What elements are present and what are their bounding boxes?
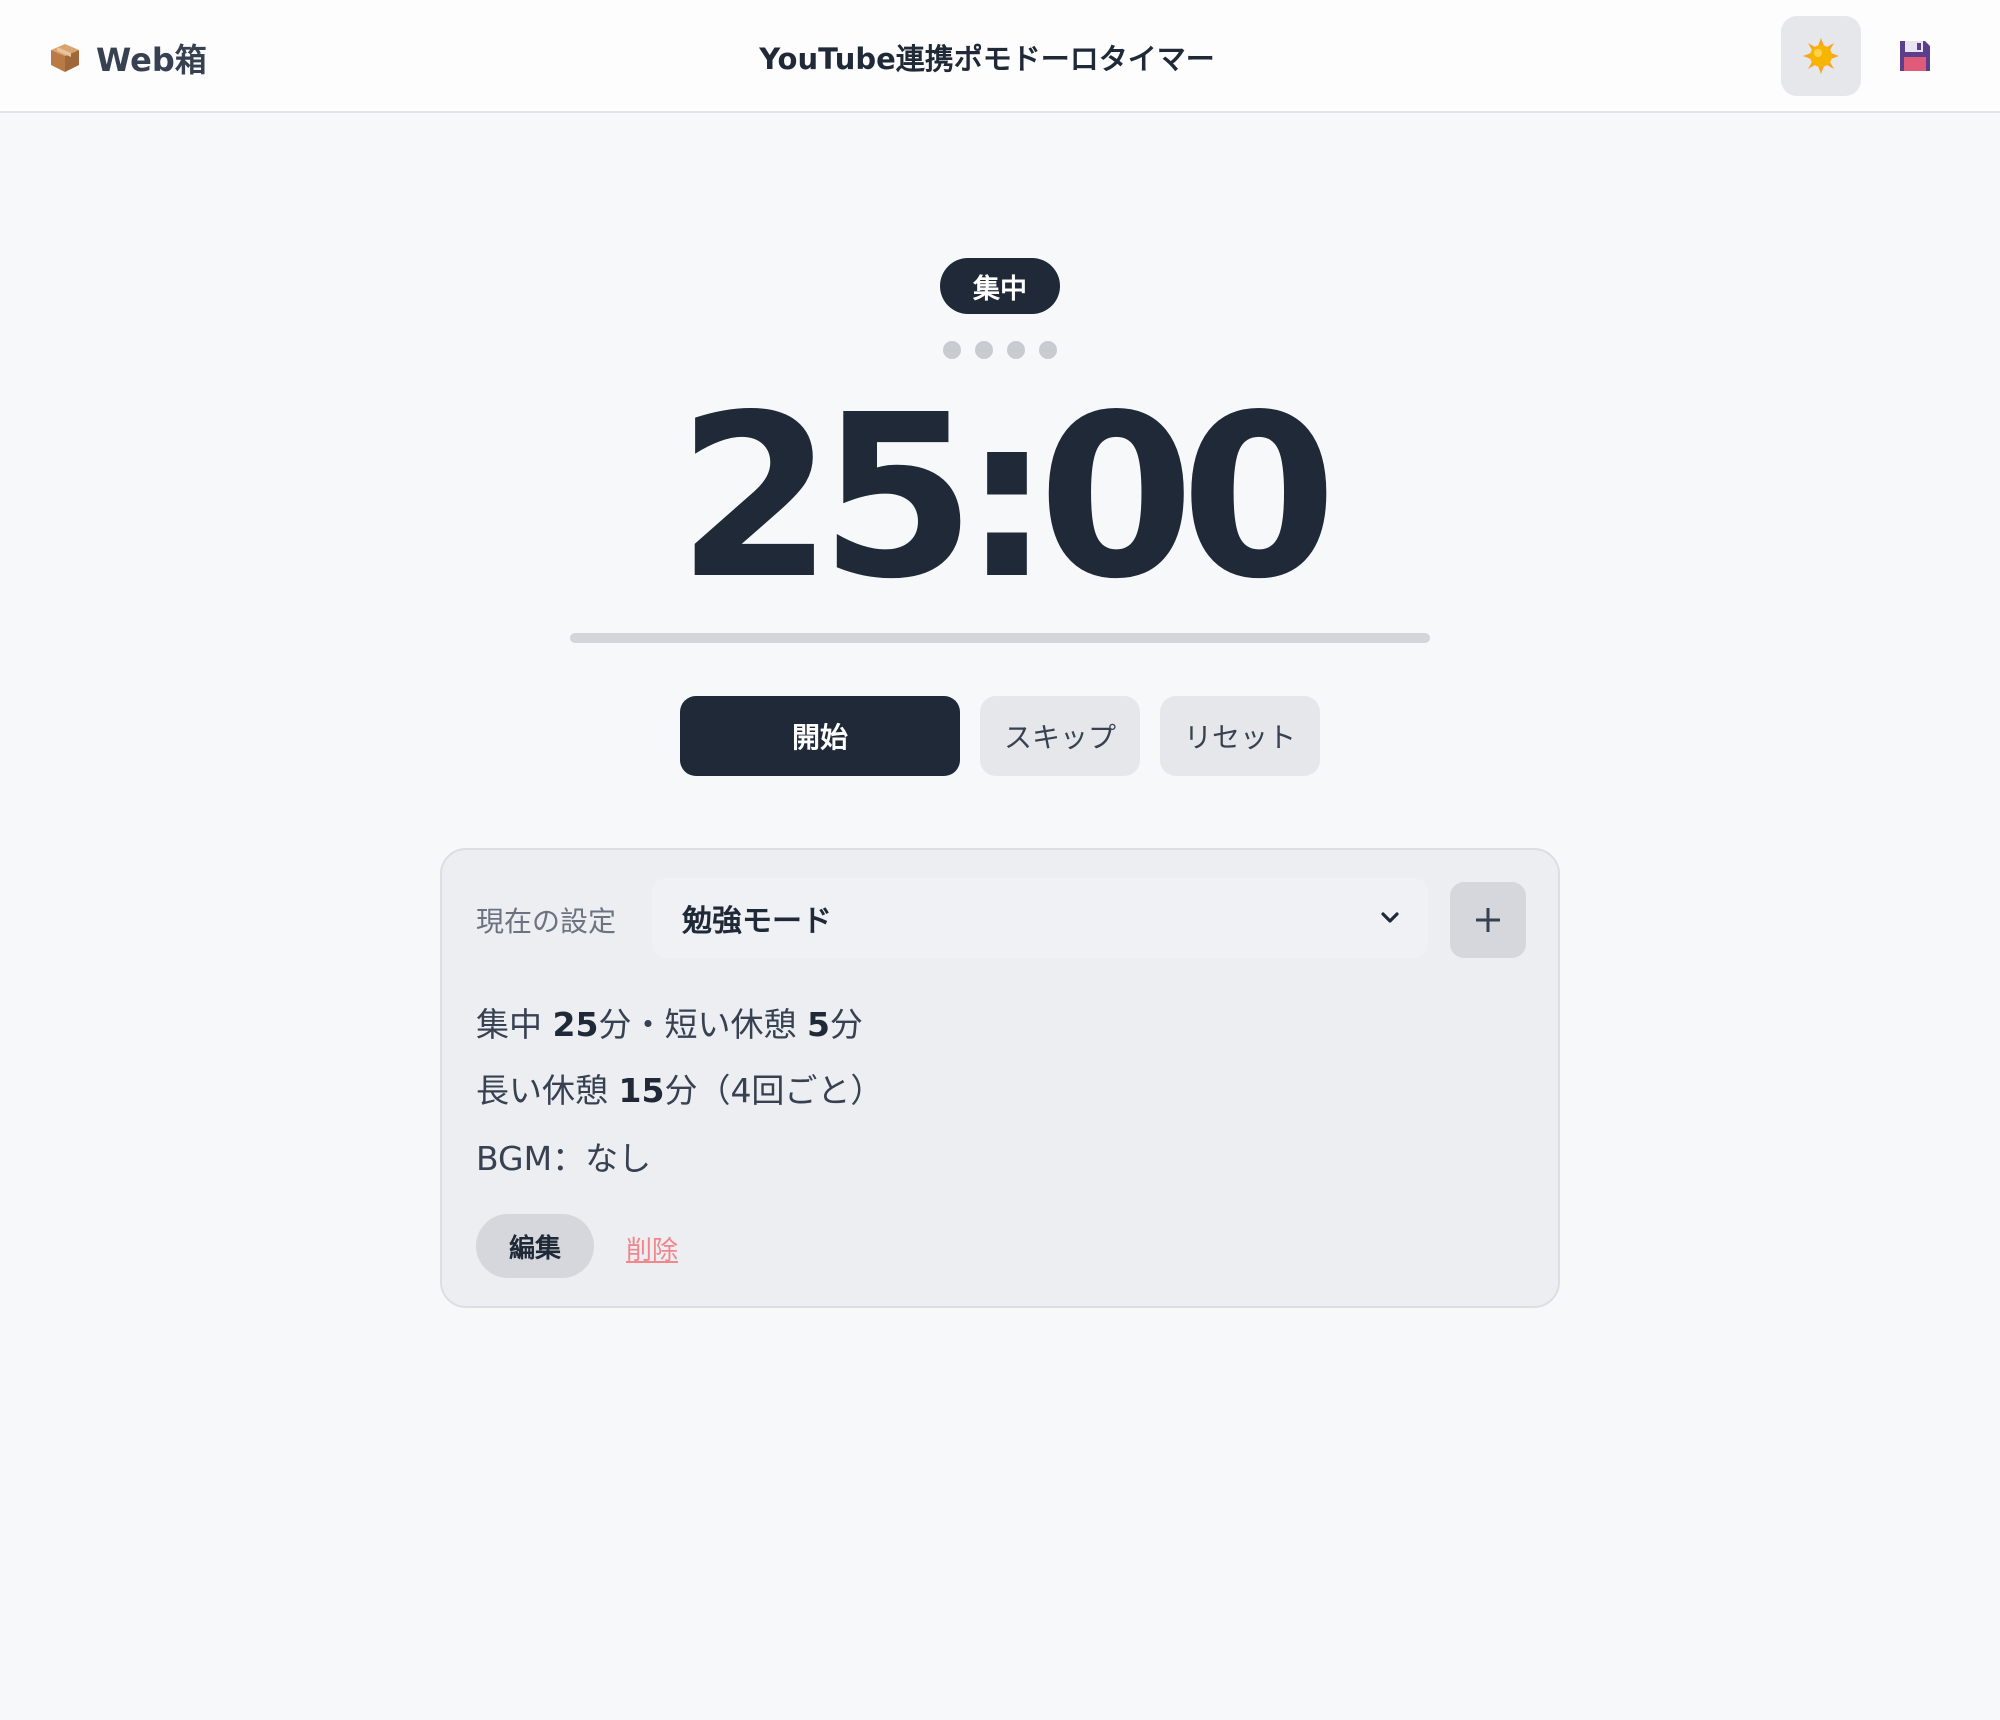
edit-button[interactable]: 編集 <box>476 1214 594 1278</box>
cycle-dot <box>975 341 993 359</box>
long-break-summary: 長い休憩 15分（4回ごと） <box>476 1071 884 1110</box>
delete-link[interactable]: 削除 <box>626 1230 678 1267</box>
mode-badge: 集中 <box>940 258 1060 314</box>
focus-break-summary: 集中 25分・短い休憩 5分 <box>476 1005 863 1044</box>
cycle-dot <box>943 341 961 359</box>
preset-select-value: 勉強モード <box>682 904 832 939</box>
preset-select[interactable]: 勉強モード <box>652 878 1428 958</box>
progress-bar <box>570 633 1430 643</box>
skip-button[interactable]: スキップ <box>980 696 1140 776</box>
theme-toggle-button[interactable] <box>1781 16 1861 96</box>
add-preset-button[interactable] <box>1450 882 1526 958</box>
plus-icon <box>1476 908 1500 932</box>
cycle-dot <box>1007 341 1025 359</box>
current-setting-label: 現在の設定 <box>476 905 617 938</box>
cycle-indicator <box>940 341 1060 361</box>
reset-button[interactable]: リセット <box>1160 696 1320 776</box>
bgm-summary: BGM：なし <box>476 1139 652 1178</box>
sun-icon <box>1803 38 1839 74</box>
settings-card: 現在の設定 勉強モード 集中 25分・短い休憩 5分 長い休憩 15分（4回ごと… <box>440 848 1560 1308</box>
timer-display: 25:00 <box>676 367 1337 629</box>
chevron-down-icon <box>1381 912 1399 923</box>
page-title: YouTube連携ポモドーロタイマー <box>759 42 1215 76</box>
floppy-disk-icon <box>1900 41 1930 71</box>
save-button[interactable] <box>1880 26 1950 86</box>
cycle-dot <box>1039 341 1057 359</box>
app-header: Web箱 YouTube連携ポモドーロタイマー <box>0 0 2000 113</box>
start-button[interactable]: 開始 <box>680 696 960 776</box>
